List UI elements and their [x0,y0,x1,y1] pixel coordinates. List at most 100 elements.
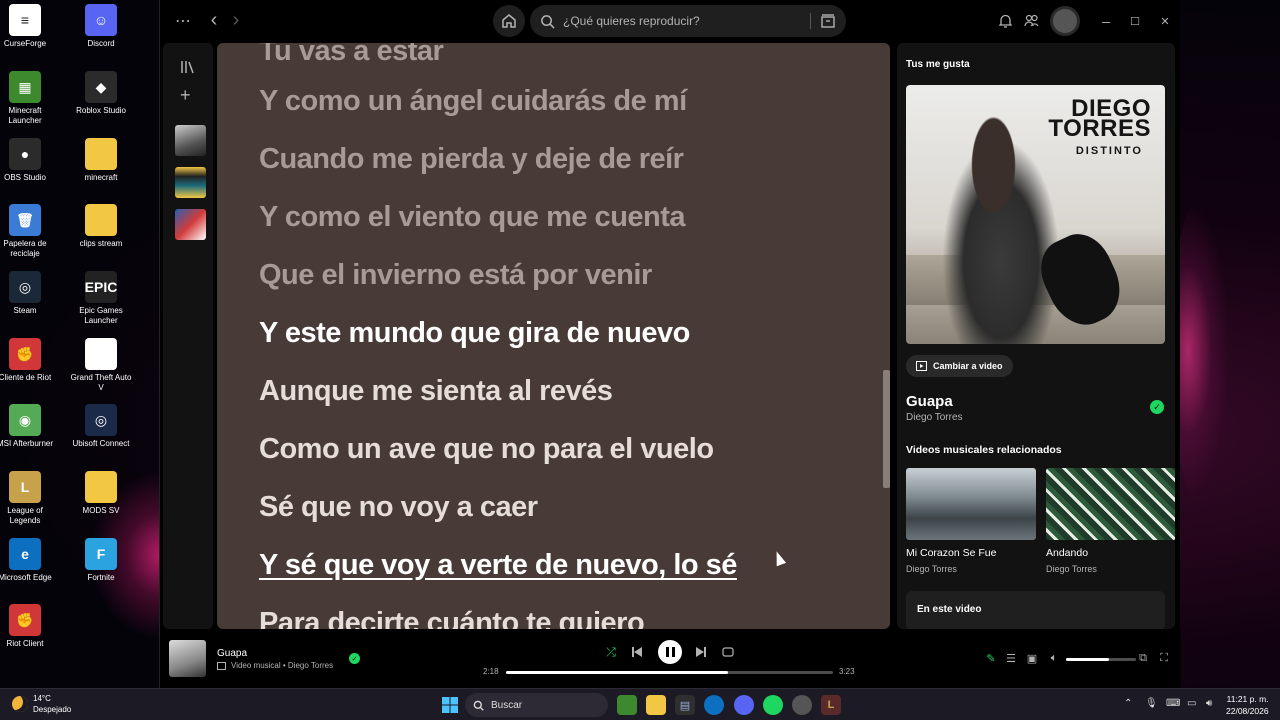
now-playing-view-icon[interactable]: ✎ [983,650,999,666]
progress-bar[interactable] [506,671,833,674]
taskbar-search[interactable]: Buscar [465,693,608,717]
album-cover[interactable]: DIEGO TORRES DISTINTO [906,85,1165,344]
related-video-thumb [906,468,1036,540]
notifications-bell-icon[interactable] [999,14,1012,28]
desktop-icon[interactable]: L League of Legends [0,471,58,526]
start-button[interactable] [440,695,460,715]
song-artist[interactable]: Diego Torres [906,412,963,423]
microphone-icon[interactable]: 🎙︎ [1145,698,1158,709]
moon-icon [12,696,28,712]
desktop-icon[interactable]: minecraft [68,138,134,183]
maximize-button[interactable]: ☐ [1127,11,1143,31]
discord-icon[interactable] [734,695,754,715]
now-playing-title[interactable]: Guapa [217,648,247,659]
desktop-icon[interactable]: ◎ Steam [0,271,58,316]
taskbar-app-icon[interactable] [792,695,812,715]
edge-icon[interactable] [704,695,724,715]
desktop-icon[interactable]: ≡ CurseForge [0,4,58,49]
song-title[interactable]: Guapa [906,393,953,410]
desktop-icon[interactable]: ◆ Roblox Studio [68,71,134,116]
connect-device-icon[interactable]: ▣ [1024,650,1040,666]
switch-to-video-button[interactable]: Cambiar a video [906,355,1013,377]
file-explorer-icon[interactable] [646,695,666,715]
duration-time: 3:23 [839,667,855,676]
desktop-icon[interactable]: e Microsoft Edge [0,538,58,583]
desktop-icon[interactable]: ◉ MSI Afterburner [0,404,58,449]
taskbar-app-icon[interactable] [617,695,637,715]
lyric-line[interactable]: Sé que no voy a caer [259,491,538,524]
top-bar: ⋯ ‹ › – ☐ ✕ [160,0,1181,42]
library-icon[interactable] [180,59,196,75]
pause-button[interactable] [658,640,682,664]
tray-chevron-icon[interactable]: ⌃ [1124,698,1132,709]
lyric-line[interactable]: Aunque me sienta al revés [259,375,613,408]
menu-dots-icon[interactable]: ⋯ [174,12,192,30]
browse-icon[interactable] [820,13,836,29]
elapsed-time: 2:18 [483,667,499,676]
create-plus-icon[interactable]: + [180,86,191,104]
back-button[interactable]: ‹ [206,9,222,31]
desktop-icon[interactable]: ● OBS Studio [0,138,58,183]
keyboard-icon[interactable]: ⌨ [1166,698,1180,709]
fullscreen-icon[interactable]: ⛶ [1156,650,1172,666]
lyric-line[interactable]: Para decirte cuánto te quiero [259,607,645,629]
smart-shuffle-icon[interactable]: ⤮ [601,642,621,662]
desktop-icon[interactable]: ✊ Riot Client [0,604,58,649]
lyric-line[interactable]: Cuando me pierda y deje de reír [259,143,684,176]
video-icon [916,361,927,371]
saved-check-icon[interactable]: ✓ [349,653,360,664]
lyric-line[interactable]: Tu vas a estar [259,43,444,68]
friend-activity-icon[interactable] [1024,14,1039,28]
search-divider [810,13,811,29]
desktop-icon[interactable]: ✊ Cliente de Riot [0,338,58,383]
desktop-icon[interactable]: ☺ Discord [68,4,134,49]
desktop-icon[interactable]: ◎ Ubisoft Connect [68,404,134,449]
saved-check-icon[interactable]: ✓ [1150,400,1164,414]
desktop-icon-label: Papelera de reciclaje [3,239,47,258]
desktop-icon[interactable]: F Fortnite [68,538,134,583]
close-button[interactable]: ✕ [1157,11,1173,31]
volume-icon[interactable]: 🔈︎ [1046,650,1062,666]
queue-icon[interactable]: ☰ [1003,650,1019,666]
related-video-card[interactable]: Andando Diego Torres [1046,468,1175,574]
next-button[interactable] [691,642,711,662]
lyric-line-current[interactable]: Y este mundo que gira de nuevo [259,317,690,350]
taskbar-app-icon[interactable]: ▤ [675,695,695,715]
minimize-button[interactable]: – [1098,11,1114,31]
desktop-icon[interactable]: MODS SV [68,471,134,516]
library-item[interactable] [175,167,206,198]
lyric-line[interactable]: Que el invierno está por venir [259,259,652,292]
app-icon: ☺ [85,4,117,36]
volume-tray-icon[interactable]: 🔊︎ [1206,698,1212,709]
clock[interactable]: 11:21 p. m. 22/08/2026 [1226,693,1269,717]
forward-button[interactable]: › [228,9,244,31]
spotify-icon[interactable] [763,695,783,715]
miniplayer-icon[interactable]: ⧉ [1135,650,1151,666]
avatar[interactable] [1050,6,1080,36]
lyrics-scrollbar[interactable] [883,370,890,488]
library-item[interactable] [175,125,206,156]
library-item[interactable] [175,209,206,240]
repeat-button[interactable] [718,642,738,662]
lyric-line[interactable]: Y sé que voy a verte de nuevo, lo sé [259,549,737,582]
desktop-icon[interactable]: ▦ Minecraft Launcher [0,71,58,126]
home-button[interactable] [493,5,525,37]
weather-widget[interactable]: 14°C Despejado [12,693,71,715]
desktop-icon[interactable]: EPIC Epic Games Launcher [68,271,134,326]
lyric-line[interactable]: Como un ave que no para el vuelo [259,433,714,466]
league-of-legends-icon[interactable]: L [821,695,841,715]
cover-artist-text: DIEGO TORRES [1048,95,1151,142]
desktop-icon[interactable]: 🗑 Papelera de reciclaje [0,204,58,259]
lyric-line[interactable]: Y como un ángel cuidarás de mí [259,85,687,118]
volume-slider[interactable] [1066,658,1136,661]
network-icon[interactable]: ▭ [1187,698,1196,709]
previous-button[interactable] [627,642,647,662]
desktop-icon[interactable]: Grand Theft Auto V [68,338,134,393]
desktop-icon[interactable]: clips stream [68,204,134,249]
now-playing-thumbnail[interactable] [169,640,206,677]
related-video-card[interactable]: Mi Corazon Se Fue Diego Torres [906,468,1036,574]
lyric-line[interactable]: Y como el viento que me cuenta [259,201,686,234]
playlist-context-title[interactable]: Tus me gusta [906,59,970,70]
search-bar[interactable] [530,5,846,37]
search-input[interactable] [563,14,793,28]
